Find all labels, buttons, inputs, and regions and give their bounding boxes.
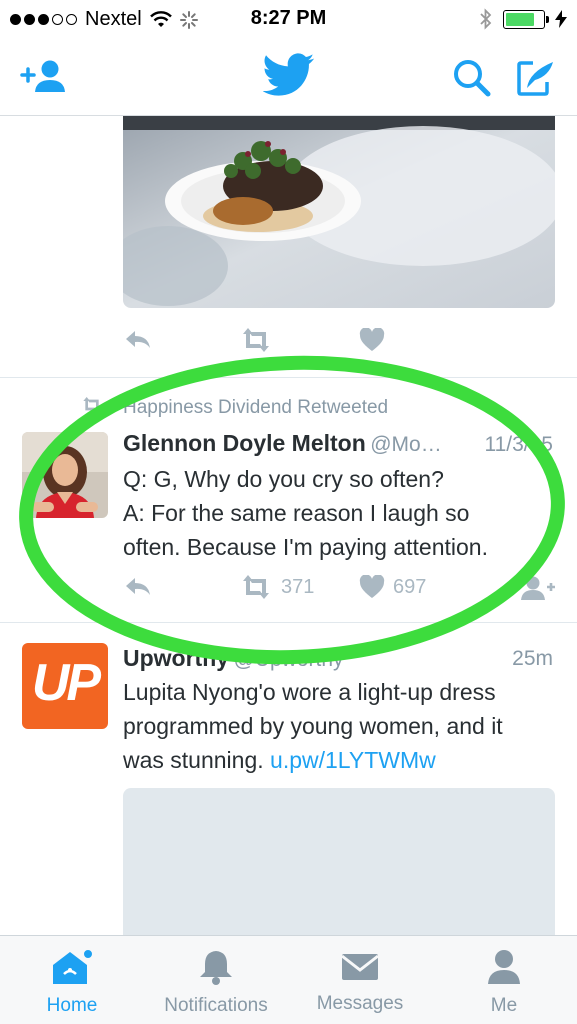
tweet-text: Q: G, Why do you cry so often? A: For th…	[123, 462, 543, 564]
tweet-header: Glennon Doyle Melton @Mo…	[123, 430, 442, 457]
bell-icon	[200, 951, 232, 985]
top-navigation-bar	[0, 38, 577, 116]
author-handle[interactable]: @Upworthy	[234, 648, 344, 671]
retweet-button[interactable]: 371	[239, 575, 314, 599]
bottom-tab-bar: Home Notifications Messages Me	[0, 935, 577, 1024]
avatar-logo-text: UP	[31, 654, 101, 712]
twitter-bird-icon	[263, 53, 315, 96]
retweet-button[interactable]	[239, 328, 273, 352]
follow-user-icon	[521, 576, 555, 600]
tweet-text-line: A: For the same reason I laugh so	[123, 500, 470, 526]
tab-me[interactable]: Me	[432, 948, 576, 1017]
tweet-text-line: programmed by young women, and it	[123, 713, 503, 739]
author-name[interactable]: Upworthy	[123, 645, 229, 671]
tweet-link[interactable]: u.pw/1LYTWMw	[270, 747, 436, 773]
retweet-icon	[243, 575, 269, 599]
status-bar: Nextel 8:27 PM	[0, 0, 577, 38]
status-right	[479, 8, 567, 30]
tweet-timestamp: 11/3/15	[484, 433, 553, 456]
tab-label: Home	[46, 995, 98, 1016]
tweet-photo-food[interactable]	[123, 116, 555, 308]
compose-icon[interactable]	[515, 58, 557, 98]
heart-icon	[359, 575, 385, 598]
tab-label: Messages	[316, 993, 404, 1014]
tweet-actions	[123, 328, 563, 358]
retweeted-by-label: Happiness Dividend Retweeted	[123, 397, 389, 418]
tweet-actions: 371 697	[123, 575, 563, 605]
tweet-text-line-last: was stunning. u.pw/1LYTWMw	[123, 743, 543, 777]
like-count: 697	[393, 575, 427, 598]
upworthy-avatar[interactable]: UP	[22, 643, 108, 729]
tweet-text-segment: was stunning.	[123, 747, 271, 773]
charging-bolt-icon	[555, 10, 567, 28]
retweeted-icon	[83, 397, 101, 413]
retweet-count: 371	[281, 575, 315, 598]
envelope-icon	[341, 954, 379, 980]
retweet-icon	[243, 328, 269, 352]
heart-icon	[359, 328, 385, 351]
like-button[interactable]: 697	[359, 575, 426, 599]
add-user-icon[interactable]	[20, 56, 68, 96]
like-button[interactable]	[359, 328, 385, 352]
tweet-header: Upworthy @Upworthy	[123, 645, 344, 672]
tab-label: Notifications	[164, 995, 268, 1016]
avatar[interactable]	[22, 432, 108, 518]
tweet-glennon[interactable]: Happiness Dividend Retweeted Glennon Doy…	[0, 378, 577, 623]
home-icon	[53, 948, 94, 984]
battery-icon	[503, 9, 549, 29]
tab-notifications[interactable]: Notifications	[144, 948, 288, 1017]
author-handle[interactable]: @Mo…	[370, 433, 442, 456]
author-name[interactable]: Glennon Doyle Melton	[123, 430, 366, 456]
tweet-text-line: Lupita Nyong'o wore a light-up dress	[123, 679, 496, 705]
reply-icon	[126, 578, 150, 595]
bluetooth-icon	[480, 8, 492, 30]
tweet-upworthy[interactable]: UP Upworthy @Upworthy 25m Lupita Nyong'o…	[0, 623, 577, 935]
tweet-media[interactable]	[0, 116, 577, 378]
reply-button[interactable]	[123, 328, 153, 352]
follow-button[interactable]	[519, 575, 557, 601]
tab-label: Me	[490, 995, 518, 1016]
person-icon	[488, 950, 520, 984]
reply-button[interactable]	[123, 575, 153, 599]
home-timeline[interactable]: Happiness Dividend Retweeted Glennon Doy…	[0, 116, 577, 935]
reply-icon	[126, 331, 150, 348]
tweet-text-line: often. Because I'm paying attention.	[123, 534, 488, 560]
search-icon[interactable]	[452, 58, 492, 98]
tweet-timestamp: 25m	[512, 647, 553, 670]
media-placeholder[interactable]	[123, 788, 555, 935]
tweet-text-line: Q: G, Why do you cry so often?	[123, 466, 444, 492]
tab-home[interactable]: Home	[0, 948, 144, 1017]
tab-messages[interactable]: Messages	[288, 948, 432, 1015]
tweet-text: Lupita Nyong'o wore a light-up dress pro…	[123, 675, 543, 777]
